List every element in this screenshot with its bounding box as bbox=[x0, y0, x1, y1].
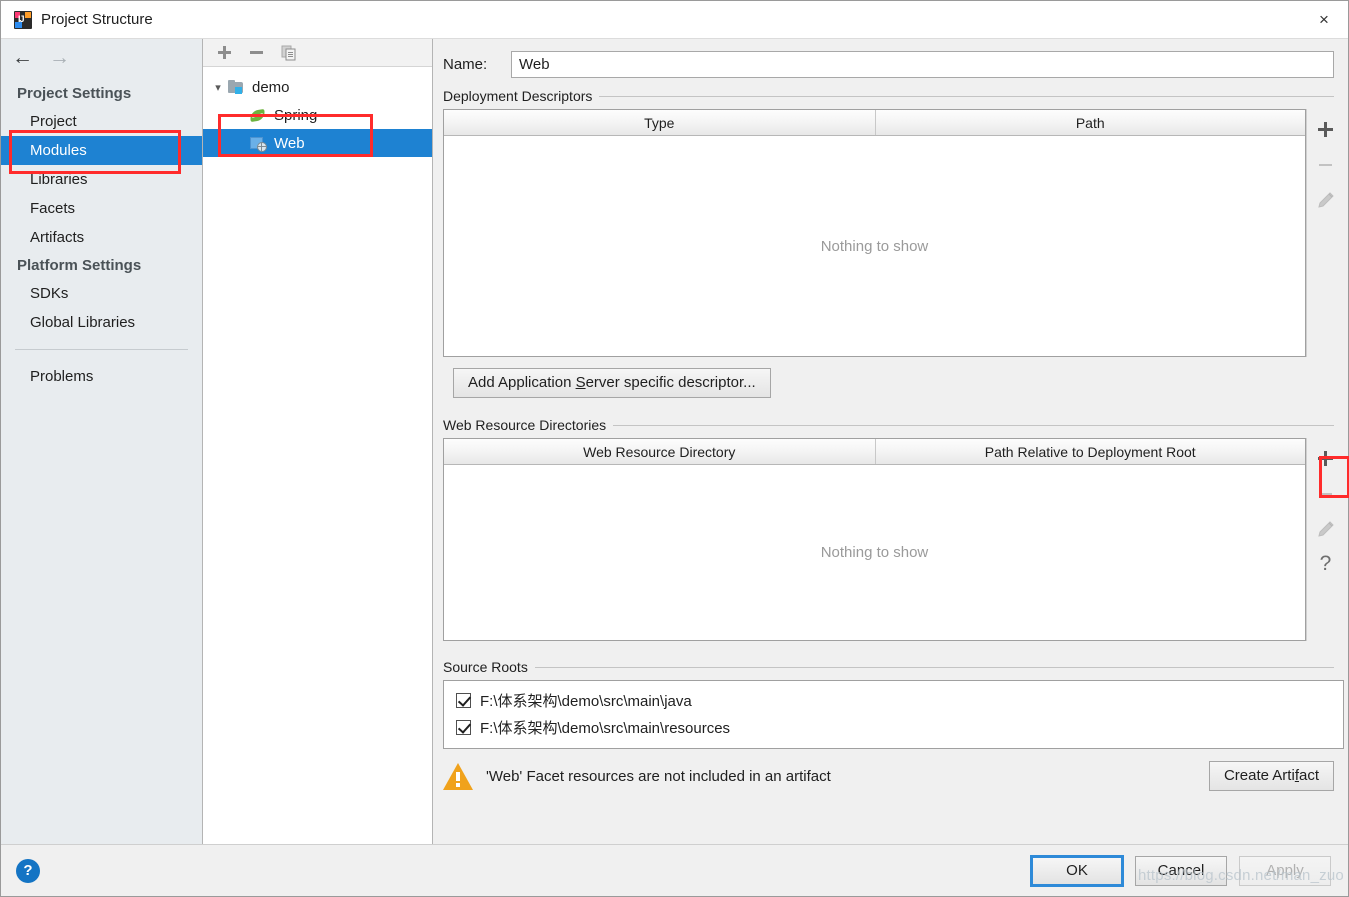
add-web-resource-icon[interactable] bbox=[1309, 441, 1343, 476]
tree-node-label: demo bbox=[252, 78, 290, 96]
watermark: https://blog.csdn.net/man_zuo bbox=[1138, 867, 1344, 884]
chevron-down-icon[interactable]: ▾ bbox=[209, 81, 227, 94]
btn-text-pre: Add Application bbox=[468, 374, 576, 391]
column-header-type[interactable]: Type bbox=[444, 110, 875, 135]
deployment-descriptors-toolbar bbox=[1306, 109, 1344, 357]
sidebar-item-modules[interactable]: Modules bbox=[1, 136, 202, 165]
edit-descriptor-pencil-icon[interactable] bbox=[1309, 182, 1343, 217]
module-folder-icon bbox=[227, 79, 246, 95]
sidebar-group-project-settings: Project Settings bbox=[17, 85, 132, 102]
modules-tree-panel: ▾ demo Spring Web bbox=[203, 39, 433, 844]
help-circle-icon[interactable]: ? bbox=[16, 858, 40, 883]
copy-module-icon[interactable] bbox=[281, 45, 297, 61]
tree-node-label: Web bbox=[274, 134, 305, 152]
deployment-descriptors-header: Deployment Descriptors bbox=[443, 88, 1348, 104]
checkbox-icon[interactable] bbox=[456, 720, 471, 735]
empty-placeholder: Nothing to show bbox=[820, 544, 929, 561]
btn-text-pre: Create Arti bbox=[1223, 767, 1295, 784]
sidebar-item-project[interactable]: Project bbox=[1, 107, 202, 136]
source-root-label: F:\体系架构\demo\src\main\java bbox=[480, 693, 692, 710]
tree-node-demo[interactable]: ▾ demo bbox=[203, 73, 432, 101]
source-root-item[interactable]: F:\体系架构\demo\src\main\java bbox=[444, 687, 1343, 714]
web-resource-help-icon[interactable]: ? bbox=[1309, 546, 1343, 581]
column-header-path[interactable]: Path bbox=[874, 110, 1305, 135]
column-header-path-relative[interactable]: Path Relative to Deployment Root bbox=[874, 439, 1305, 464]
web-resource-directories-header: Web Resource Directories bbox=[443, 417, 1348, 433]
source-roots-header: Source Roots bbox=[443, 659, 1348, 675]
add-application-server-descriptor-button[interactable]: Add Application Server specific descript… bbox=[453, 368, 771, 398]
btn-text-mnemonic: S bbox=[575, 374, 586, 391]
facet-detail-panel: Name: Deployment Descriptors Type Path bbox=[433, 39, 1348, 844]
name-label: Name: bbox=[443, 56, 488, 73]
name-row: Name: bbox=[433, 39, 1348, 88]
arrow-right-icon[interactable]: → bbox=[49, 47, 70, 68]
section-title: Web Resource Directories bbox=[443, 417, 607, 433]
section-rule bbox=[599, 95, 1334, 97]
web-resource-directories-toolbar: ? bbox=[1306, 438, 1344, 641]
deployment-descriptors-table-wrap: Type Path Nothing to show bbox=[443, 109, 1348, 357]
section-rule bbox=[613, 424, 1334, 426]
source-roots-section: Source Roots F:\体系架构\demo\src\main\java … bbox=[433, 659, 1348, 749]
warning-triangle-icon bbox=[443, 762, 473, 790]
modules-tree-toolbar bbox=[203, 39, 432, 67]
source-root-label: F:\体系架构\demo\src\main\resources bbox=[480, 720, 731, 737]
modules-tree: ▾ demo Spring Web bbox=[203, 67, 432, 844]
project-structure-dialog: IJ Project Structure × ← → Project Setti… bbox=[0, 0, 1349, 897]
warning-message: 'Web' Facet resources are not included i… bbox=[486, 767, 831, 785]
sidebar-item-sdks[interactable]: SDKs bbox=[1, 279, 202, 308]
sidebar-item-global-libraries[interactable]: Global Libraries bbox=[1, 308, 202, 337]
tree-node-web[interactable]: Web bbox=[203, 129, 432, 157]
remove-web-resource-icon[interactable] bbox=[1309, 476, 1343, 511]
arrow-left-icon[interactable]: ← bbox=[12, 47, 33, 68]
sidebar-item-problems[interactable]: Problems bbox=[1, 362, 202, 391]
checkbox-icon[interactable] bbox=[456, 693, 471, 708]
name-input[interactable] bbox=[511, 51, 1334, 78]
create-artifact-button[interactable]: Create Artifact bbox=[1208, 761, 1334, 791]
sidebar-nav-arrows: ← → bbox=[1, 39, 202, 75]
table-body: Nothing to show bbox=[444, 465, 1305, 640]
empty-placeholder: Nothing to show bbox=[820, 237, 929, 255]
tree-node-spring[interactable]: Spring bbox=[203, 101, 432, 129]
section-rule bbox=[534, 666, 1334, 668]
web-facet-icon bbox=[249, 135, 268, 152]
sidebar-item-facets[interactable]: Facets bbox=[1, 194, 202, 223]
title-bar: IJ Project Structure × bbox=[1, 1, 1348, 39]
web-resource-directories-section: Web Resource Directories Web Resource Di… bbox=[433, 417, 1348, 641]
table-header: Web Resource Directory Path Relative to … bbox=[444, 439, 1305, 465]
web-resource-directories-table-wrap: Web Resource Directory Path Relative to … bbox=[443, 438, 1348, 641]
deployment-descriptors-table: Type Path Nothing to show bbox=[443, 109, 1306, 357]
window-title: Project Structure bbox=[41, 11, 153, 28]
ok-button[interactable]: OK bbox=[1030, 854, 1124, 887]
intellij-idea-icon: IJ bbox=[14, 10, 32, 29]
btn-text-post: erver specific descriptor... bbox=[585, 374, 756, 391]
btn-text-post: act bbox=[1298, 767, 1319, 784]
sidebar-filler bbox=[1, 391, 202, 844]
edit-web-resource-pencil-icon[interactable] bbox=[1309, 511, 1343, 546]
artifact-warning-row: 'Web' Facet resources are not included i… bbox=[433, 749, 1348, 791]
add-descriptor-button-row: Add Application Server specific descript… bbox=[443, 357, 1348, 398]
web-resource-directories-table: Web Resource Directory Path Relative to … bbox=[443, 438, 1306, 641]
section-title: Deployment Descriptors bbox=[443, 88, 593, 104]
sidebar-list: Project Settings Project Modules Librari… bbox=[1, 75, 202, 391]
sidebar-item-libraries[interactable]: Libraries bbox=[1, 165, 202, 194]
table-body: Nothing to show bbox=[444, 136, 1305, 356]
table-header: Type Path bbox=[444, 110, 1305, 136]
settings-sidebar: ← → Project Settings Project Modules Lib… bbox=[1, 39, 203, 844]
tree-node-label: Spring bbox=[274, 106, 318, 124]
sidebar-group-platform-settings: Platform Settings bbox=[17, 257, 142, 274]
add-descriptor-icon[interactable] bbox=[1309, 112, 1343, 147]
add-module-icon[interactable] bbox=[217, 45, 232, 60]
source-roots-list: F:\体系架构\demo\src\main\java F:\体系架构\demo\… bbox=[443, 680, 1344, 749]
remove-module-icon[interactable] bbox=[249, 45, 264, 60]
dialog-body: ← → Project Settings Project Modules Lib… bbox=[1, 39, 1348, 844]
spring-leaf-icon bbox=[249, 107, 268, 123]
section-title: Source Roots bbox=[443, 659, 528, 675]
close-icon[interactable]: × bbox=[1300, 1, 1348, 38]
column-header-web-resource-directory[interactable]: Web Resource Directory bbox=[444, 439, 875, 464]
source-root-item[interactable]: F:\体系架构\demo\src\main\resources bbox=[444, 714, 1343, 741]
sidebar-divider bbox=[15, 349, 188, 350]
sidebar-item-artifacts[interactable]: Artifacts bbox=[1, 223, 202, 252]
deployment-descriptors-section: Deployment Descriptors Type Path Nothing… bbox=[433, 88, 1348, 398]
remove-descriptor-icon[interactable] bbox=[1309, 147, 1343, 182]
